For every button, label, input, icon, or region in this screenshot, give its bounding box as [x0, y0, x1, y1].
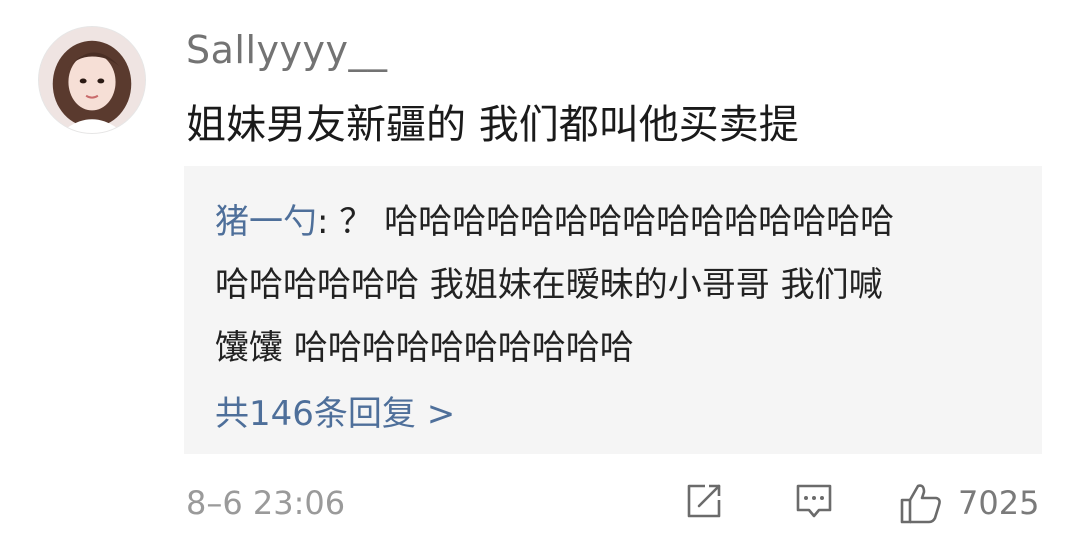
reply-line-2: 哈哈哈哈哈哈 我姐妹在暧昧的小哥哥 我们喊	[215, 265, 883, 305]
reply-author-link[interactable]: 猪一勺	[215, 202, 317, 242]
reply-button[interactable]	[793, 480, 835, 522]
reply-preview-box[interactable]: 猪一勺: ？ 哈哈哈哈哈哈哈哈哈哈哈哈哈哈哈 哈哈哈哈哈哈 我姐妹在暧昧的小哥哥…	[184, 166, 1042, 454]
reply-icon	[796, 484, 832, 518]
like-button[interactable]: 7025	[898, 480, 1039, 526]
like-count: 7025	[958, 484, 1040, 522]
share-button[interactable]	[683, 480, 725, 522]
view-all-replies-link[interactable]: 共146条回复 >	[215, 386, 455, 435]
comment-card: Sallyyyy__ 姐妹男友新疆的 我们都叫他买卖提 猪一勺: ？ 哈哈哈哈哈…	[0, 0, 1080, 543]
reply-line-1: 猪一勺: ？ 哈哈哈哈哈哈哈哈哈哈哈哈哈哈哈	[215, 194, 894, 243]
avatar-image	[39, 27, 145, 133]
comment-username[interactable]: Sallyyyy__	[186, 28, 387, 72]
reply-line-1-text: : ？ 哈哈哈哈哈哈哈哈哈哈哈哈哈哈哈	[317, 202, 895, 242]
comment-text: 姐妹男友新疆的 我们都叫他买卖提	[186, 102, 799, 148]
avatar[interactable]	[38, 26, 146, 134]
like-icon	[900, 484, 941, 524]
comment-timestamp: 8–6 23:06	[186, 484, 346, 522]
reply-line-3: 馕馕 哈哈哈哈哈哈哈哈哈哈	[215, 328, 634, 368]
share-icon	[687, 484, 721, 518]
